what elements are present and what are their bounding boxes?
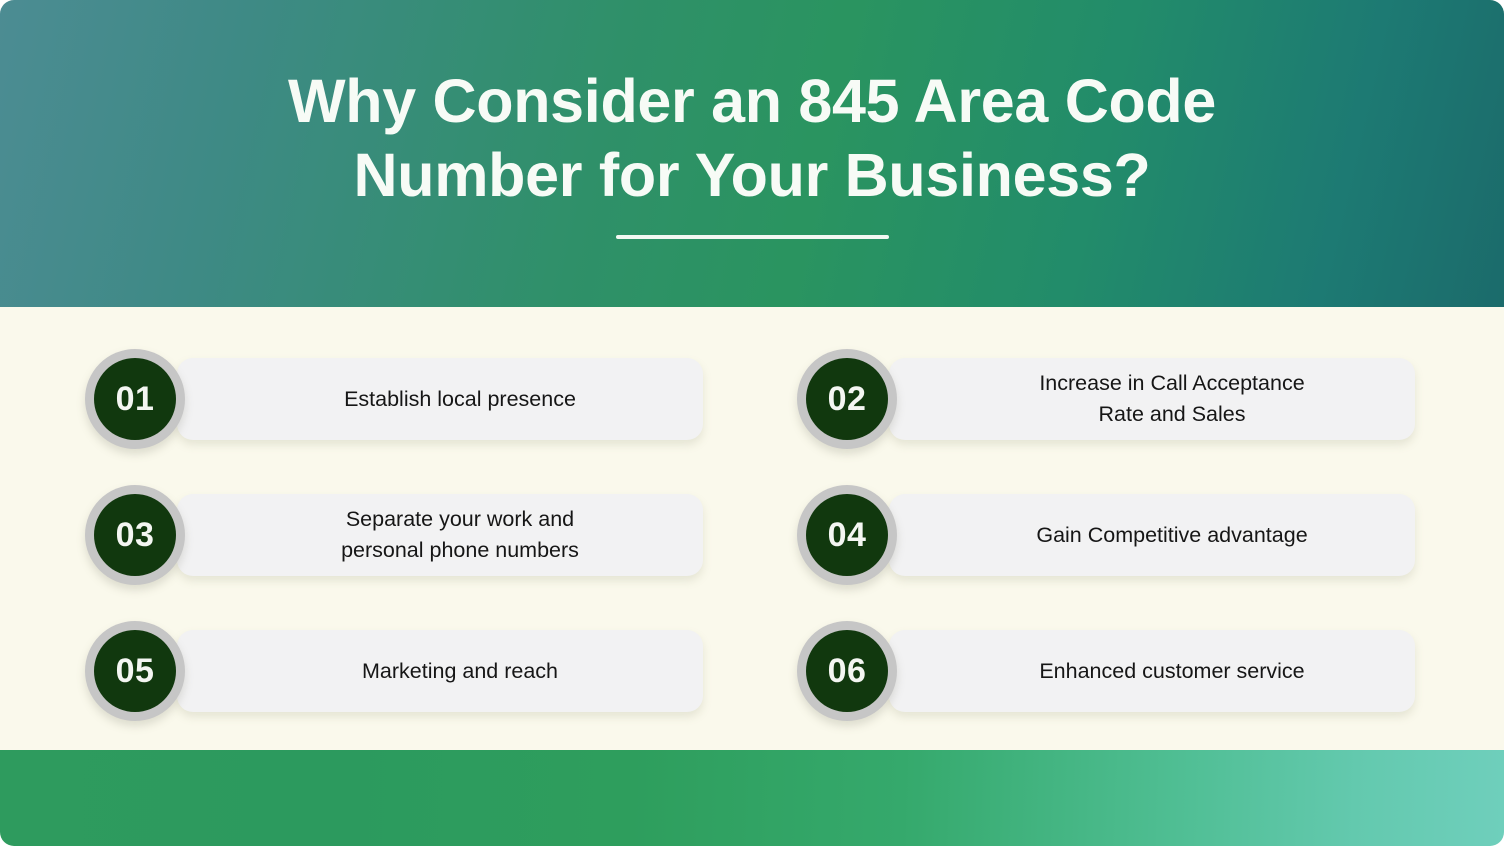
benefit-card: Increase in Call Acceptance Rate and Sal… [889,358,1415,440]
list-item: 02 Increase in Call Acceptance Rate and … [797,349,1415,449]
benefits-grid: 01 Establish local presence 02 Increase … [85,349,1415,721]
number-badge: 01 [85,349,185,449]
title-divider [615,235,889,239]
benefit-label: Gain Competitive advantage [1036,522,1308,547]
number-badge: 06 [797,621,897,721]
number-badge-inner: 03 [94,494,176,576]
page-title: Why Consider an 845 Area Code Number for… [287,67,1216,209]
infographic-page: Why Consider an 845 Area Code Number for… [0,0,1504,846]
number-badge-inner: 06 [806,630,888,712]
list-item: 04 Gain Competitive advantage [797,485,1415,585]
header-band: Why Consider an 845 Area Code Number for… [0,0,1504,307]
number-badge-inner: 02 [806,358,888,440]
benefit-label: Separate your work and personal phone nu… [341,507,579,562]
number-badge-inner: 01 [94,358,176,440]
badge-number: 05 [115,652,155,690]
benefit-label: Marketing and reach [362,658,558,683]
badge-number: 02 [827,380,867,418]
number-badge: 02 [797,349,897,449]
list-item: 03 Separate your work and personal phone… [85,485,703,585]
badge-number: 03 [115,516,155,554]
number-badge: 03 [85,485,185,585]
number-badge-inner: 05 [94,630,176,712]
badge-number: 06 [827,652,867,690]
benefit-card: Marketing and reach [177,630,703,712]
benefit-label: Enhanced customer service [1039,658,1305,683]
list-item: 01 Establish local presence [85,349,703,449]
footer-band [0,750,1504,846]
number-badge: 05 [85,621,185,721]
number-badge-inner: 04 [806,494,888,576]
benefit-card: Enhanced customer service [889,630,1415,712]
badge-number: 01 [115,380,155,418]
benefit-card: Gain Competitive advantage [889,494,1415,576]
header-content: Why Consider an 845 Area Code Number for… [0,0,1504,307]
benefit-label: Increase in Call Acceptance Rate and Sal… [1039,371,1305,426]
badge-number: 04 [827,516,867,554]
list-item: 05 Marketing and reach [85,621,703,721]
list-item: 06 Enhanced customer service [797,621,1415,721]
body-area: 01 Establish local presence 02 Increase … [0,307,1504,750]
benefit-card: Separate your work and personal phone nu… [177,494,703,576]
number-badge: 04 [797,485,897,585]
benefit-card: Establish local presence [177,358,703,440]
benefit-label: Establish local presence [344,386,576,411]
